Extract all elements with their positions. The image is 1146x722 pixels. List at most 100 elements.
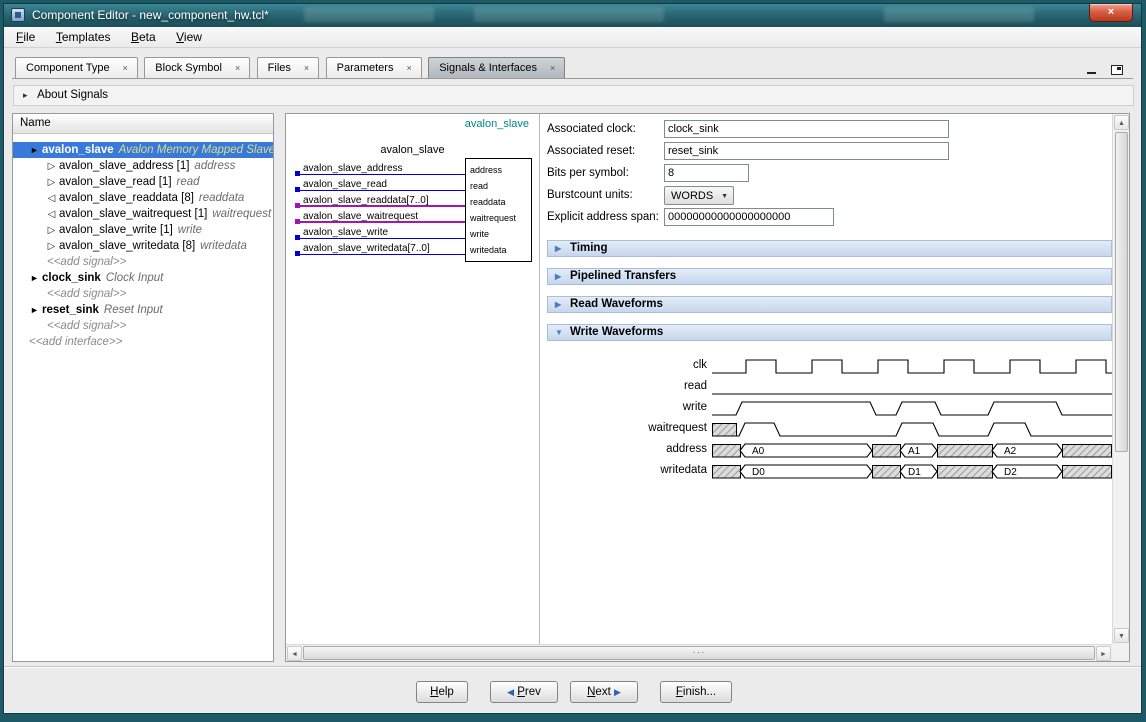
tab-close-icon[interactable]: × bbox=[235, 63, 240, 73]
tree-item-avalon-slave-waitrequest[interactable]: ◁avalon_slave_waitrequest [1]waitrequest bbox=[13, 206, 273, 222]
vertical-scrollbar[interactable]: ▲ ▼ bbox=[1112, 114, 1129, 644]
tree-item-avalon-slave-address[interactable]: ▷avalon_slave_address [1]address bbox=[13, 158, 273, 174]
waveform-row-waitrequest: waitrequest bbox=[539, 419, 1112, 440]
waveform-signal-label: clk bbox=[547, 359, 707, 371]
tree-item-role: Clock Input bbox=[106, 272, 164, 284]
horizontal-scrollbar[interactable]: ◄ ··· ► bbox=[286, 644, 1112, 661]
next-button[interactable]: Next ▶ bbox=[570, 681, 638, 703]
diagram-role-label: address bbox=[470, 165, 502, 175]
tree-item-name: avalon_slave_waitrequest [1] bbox=[59, 208, 207, 220]
tab-close-icon[interactable]: × bbox=[123, 63, 128, 73]
tab-close-icon[interactable]: × bbox=[304, 63, 309, 73]
associated-clock-input[interactable] bbox=[664, 120, 949, 138]
tree-item-add-signal[interactable]: <<add signal>> bbox=[13, 286, 273, 302]
tree-item-clock-sink[interactable]: ►clock_sinkClock Input bbox=[13, 270, 273, 286]
collapsed-arrow-icon: ▶ bbox=[555, 272, 561, 281]
title-bar[interactable]: Component Editor - new_component_hw.tcl*… bbox=[4, 4, 1141, 27]
waveform-signal-label: address bbox=[547, 443, 707, 455]
section-timing[interactable]: ▶ Timing bbox=[547, 240, 1112, 257]
bits-per-symbol-label: Bits per symbol: bbox=[547, 167, 629, 179]
scroll-left-icon[interactable]: ◄ bbox=[287, 646, 302, 661]
diagram-signal-row[interactable]: avalon_slave_write bbox=[286, 226, 539, 242]
diagram-signal-row[interactable]: avalon_slave_read bbox=[286, 178, 539, 194]
interface-icon: ► bbox=[27, 270, 42, 286]
tree-header-name[interactable]: Name bbox=[13, 114, 273, 134]
tree-item-name: <<add signal>> bbox=[47, 320, 126, 332]
tree-item-reset-sink[interactable]: ►reset_sinkReset Input bbox=[13, 302, 273, 318]
disclosure-arrow-icon: ▸ bbox=[23, 90, 28, 100]
burstcount-units-select[interactable]: WORDS ▼ bbox=[664, 186, 734, 205]
diagram-signal-name: avalon_slave_read bbox=[303, 179, 387, 190]
aero-glass-artifact bbox=[304, 7, 434, 22]
finish-button[interactable]: Finish... bbox=[660, 681, 732, 703]
diagram-signal-name: avalon_slave_write bbox=[303, 227, 388, 238]
diagram-signal-name: avalon_slave_address bbox=[303, 163, 403, 174]
waveform-row-writedata: writedata D0 bbox=[539, 461, 1112, 482]
tree-item-role: Reset Input bbox=[104, 304, 163, 316]
vertical-scroll-thumb[interactable] bbox=[1115, 132, 1128, 452]
scroll-down-icon[interactable]: ▼ bbox=[1114, 628, 1129, 643]
selected-option: WORDS bbox=[671, 190, 713, 202]
interface-label: avalon_slave bbox=[465, 118, 529, 130]
menu-item-templates[interactable]: Templates bbox=[48, 27, 119, 48]
tree-item-avalon-slave[interactable]: ►avalon_slaveAvalon Memory Mapped Slave bbox=[13, 142, 273, 158]
next-arrow-icon: ▶ bbox=[614, 687, 621, 697]
collapsed-arrow-icon: ▶ bbox=[555, 244, 561, 253]
tree-item-name: avalon_slave_address [1] bbox=[59, 160, 189, 172]
help-button[interactable]: Help bbox=[416, 681, 468, 703]
button-label: Finish... bbox=[676, 682, 716, 702]
waveform-row-read: read bbox=[539, 377, 1112, 398]
tab-parameters[interactable]: Parameters× bbox=[326, 57, 422, 79]
interface-properties-panel: Associated clock: Associated reset: Bits… bbox=[539, 114, 1112, 644]
explicit-address-span-input[interactable] bbox=[664, 208, 834, 226]
horizontal-scroll-thumb[interactable]: ··· bbox=[303, 646, 1095, 660]
prev-button[interactable]: ◀ Prev bbox=[490, 681, 558, 703]
pane-float-icon[interactable] bbox=[1111, 65, 1123, 75]
tree-item-add-interface[interactable]: <<add interface>> bbox=[13, 334, 273, 350]
waveform-signal-label: read bbox=[547, 380, 707, 392]
tab-files[interactable]: Files× bbox=[257, 57, 320, 79]
tab-component-type[interactable]: Component Type× bbox=[15, 57, 138, 79]
signal-tree-panel: Name ►avalon_slaveAvalon Memory Mapped S… bbox=[12, 113, 274, 662]
burstcount-units-label: Burstcount units: bbox=[547, 189, 633, 201]
tab-close-icon[interactable]: × bbox=[406, 63, 411, 73]
tab-signals-interfaces[interactable]: Signals & Interfaces× bbox=[428, 57, 565, 79]
tree-item-role: write bbox=[178, 224, 202, 236]
pane-minimize-icon[interactable] bbox=[1087, 64, 1098, 75]
tree-item-add-signal[interactable]: <<add signal>> bbox=[13, 254, 273, 270]
menu-item-beta[interactable]: Beta bbox=[123, 27, 164, 48]
tree-item-avalon-slave-read[interactable]: ▷avalon_slave_read [1]read bbox=[13, 174, 273, 190]
window-title: Component Editor - new_component_hw.tcl* bbox=[32, 4, 269, 27]
tree-item-avalon-slave-readdata[interactable]: ◁avalon_slave_readdata [8]readdata bbox=[13, 190, 273, 206]
menu-item-file[interactable]: File bbox=[8, 27, 43, 48]
pane-controls bbox=[1087, 62, 1123, 80]
write-waveform bbox=[712, 398, 1112, 419]
explicit-address-span-row: Explicit address span: bbox=[547, 208, 1110, 227]
waveform-row-clk: clk bbox=[539, 356, 1112, 377]
tree-item-add-signal[interactable]: <<add signal>> bbox=[13, 318, 273, 334]
bus-value-label: D1 bbox=[908, 467, 921, 478]
tree-item-avalon-slave-write[interactable]: ▷avalon_slave_write [1]write bbox=[13, 222, 273, 238]
tree-item-avalon-slave-writedata[interactable]: ▷avalon_slave_writedata [8]writedata bbox=[13, 238, 273, 254]
section-label: Timing bbox=[570, 242, 607, 254]
section-read-waveforms[interactable]: ▶ Read Waveforms bbox=[547, 296, 1112, 313]
associated-reset-input[interactable] bbox=[664, 142, 949, 160]
menu-item-view[interactable]: View bbox=[168, 27, 210, 48]
expanded-arrow-icon: ▼ bbox=[555, 328, 563, 337]
section-label: Pipelined Transfers bbox=[570, 270, 676, 282]
diagram-role-label: write bbox=[470, 229, 489, 239]
tab-close-icon[interactable]: × bbox=[550, 63, 555, 73]
associated-reset-row: Associated reset: bbox=[547, 142, 1110, 161]
waitrequest-waveform bbox=[712, 419, 1112, 440]
scroll-up-icon[interactable]: ▲ bbox=[1114, 115, 1129, 130]
close-button[interactable]: × bbox=[1089, 4, 1133, 22]
bus-value-label: D2 bbox=[1004, 467, 1017, 478]
scroll-right-icon[interactable]: ► bbox=[1096, 646, 1111, 661]
section-write-waveforms[interactable]: ▼ Write Waveforms bbox=[547, 324, 1112, 341]
tab-block-symbol[interactable]: Block Symbol× bbox=[144, 57, 250, 79]
about-signals-bar[interactable]: ▸ About Signals bbox=[13, 85, 1134, 106]
tree-item-name: avalon_slave bbox=[42, 144, 114, 156]
section-pipelined-transfers[interactable]: ▶ Pipelined Transfers bbox=[547, 268, 1112, 285]
bits-per-symbol-input[interactable] bbox=[664, 164, 749, 182]
signal-input-icon: ▷ bbox=[44, 159, 59, 174]
